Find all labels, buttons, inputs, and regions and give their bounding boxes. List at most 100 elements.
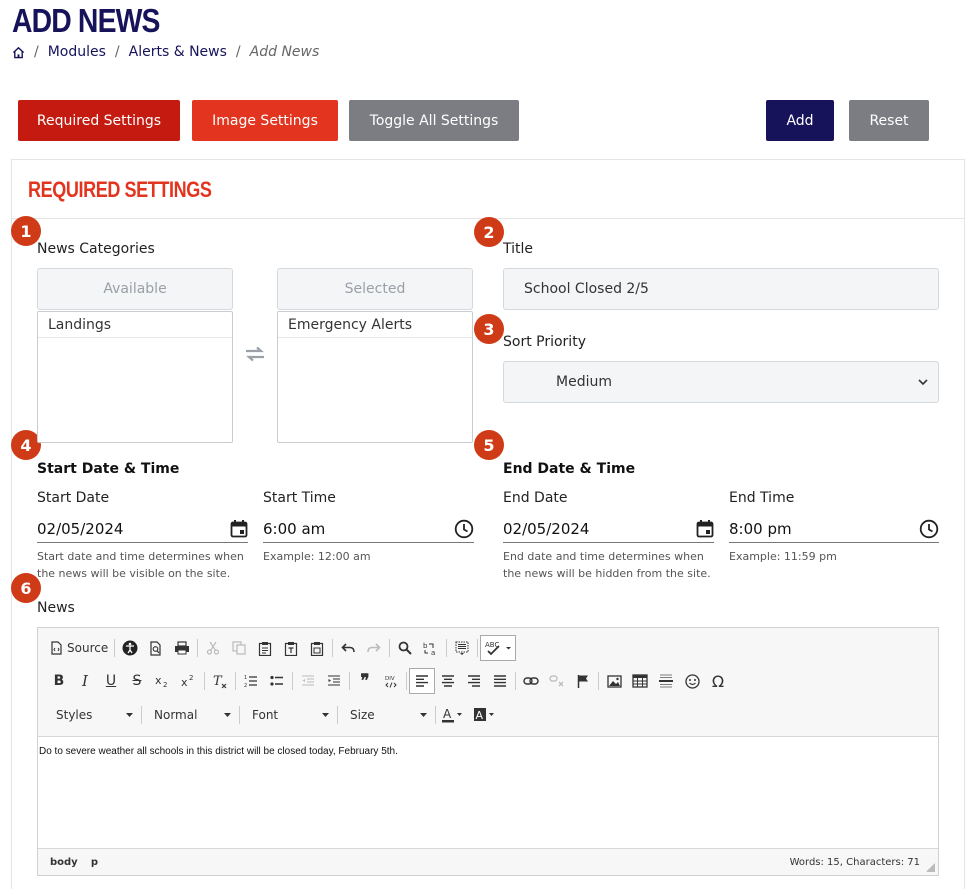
paste-text-icon[interactable] (278, 635, 304, 661)
toolbar-separator (337, 706, 338, 724)
table-icon[interactable] (627, 668, 653, 694)
sort-priority-select[interactable]: Medium (503, 361, 939, 403)
end-date-value: 02/05/2024 (503, 519, 590, 538)
end-date-input[interactable]: 02/05/2024 (503, 515, 714, 543)
blockquote-icon[interactable]: ❞ (352, 668, 378, 694)
svg-text:a: a (431, 649, 435, 656)
div-container-icon[interactable]: DIV (378, 668, 404, 694)
strikethrough-icon[interactable]: S (124, 668, 150, 694)
toolbar-row-3: Styles Normal Font Size A A (46, 702, 502, 728)
italic-icon[interactable]: I (72, 668, 98, 694)
breadcrumb-current: Add News (249, 44, 320, 60)
styles-dropdown[interactable]: Styles (46, 703, 139, 727)
source-button[interactable]: Source (46, 641, 112, 655)
undo-icon[interactable] (335, 635, 361, 661)
end-time-input[interactable]: 8:00 pm (729, 515, 939, 543)
swap-arrows-icon[interactable] (244, 346, 266, 366)
image-settings-button[interactable]: Image Settings (192, 100, 338, 141)
svg-text:x: x (155, 674, 162, 687)
align-left-icon[interactable] (409, 668, 435, 694)
select-all-icon[interactable] (449, 635, 475, 661)
editor-toolbar: Source b a ABC B I U S x 2 x 2 T 1 2 ❞ D… (38, 628, 938, 737)
caret-down-icon (126, 713, 133, 717)
spell-check-button[interactable]: ABC (480, 635, 517, 661)
unlink-icon[interactable] (544, 668, 570, 694)
find-icon[interactable] (392, 635, 418, 661)
svg-text:T: T (213, 674, 223, 689)
calendar-icon[interactable] (696, 519, 714, 538)
copy-icon[interactable] (226, 635, 252, 661)
accessibility-icon[interactable] (117, 635, 143, 661)
path-p[interactable]: p (91, 857, 98, 868)
start-date-value: 02/05/2024 (37, 519, 124, 538)
paste-word-icon[interactable] (304, 635, 330, 661)
align-center-icon[interactable] (435, 668, 461, 694)
horizontal-rule-icon[interactable] (653, 668, 679, 694)
caret-down-icon (420, 713, 427, 717)
text-color-icon[interactable]: A (438, 702, 470, 728)
news-editor[interactable]: Source b a ABC B I U S x 2 x 2 T 1 2 ❞ D… (37, 627, 939, 876)
cut-icon[interactable] (200, 635, 226, 661)
resize-handle[interactable] (926, 863, 935, 872)
size-label: Size (350, 708, 375, 722)
increase-indent-icon[interactable] (321, 668, 347, 694)
font-dropdown[interactable]: Font (242, 703, 335, 727)
start-date-input[interactable]: 02/05/2024 (37, 515, 248, 543)
toolbar-separator (389, 639, 391, 657)
preview-icon[interactable] (143, 635, 169, 661)
image-icon[interactable] (601, 668, 627, 694)
start-time-input[interactable]: 6:00 am (263, 515, 474, 543)
svg-text:DIV: DIV (385, 676, 395, 682)
anchor-flag-icon[interactable] (570, 668, 596, 694)
clock-icon[interactable] (919, 519, 939, 539)
required-settings-button[interactable]: Required Settings (18, 100, 180, 141)
smiley-icon[interactable] (679, 668, 705, 694)
breadcrumb-alerts-news[interactable]: Alerts & News (129, 44, 227, 60)
reset-button[interactable]: Reset (849, 100, 929, 141)
align-right-icon[interactable] (461, 668, 487, 694)
calendar-icon[interactable] (230, 519, 248, 538)
toolbar-separator (477, 639, 479, 657)
list-item[interactable]: Landings (38, 312, 232, 338)
end-time-help: Example: 11:59 pm (729, 550, 837, 563)
start-time-label: Start Time (263, 490, 336, 506)
justify-icon[interactable] (487, 668, 513, 694)
home-icon[interactable] (12, 46, 25, 59)
add-button[interactable]: Add (766, 100, 834, 141)
toggle-all-settings-button[interactable]: Toggle All Settings (349, 100, 519, 141)
redo-icon[interactable] (361, 635, 387, 661)
available-header: Available (37, 268, 233, 310)
end-date-label: End Date (503, 490, 568, 506)
editor-content[interactable]: Do to severe weather all schools in this… (38, 738, 938, 848)
paste-icon[interactable] (252, 635, 278, 661)
special-character-icon[interactable]: Ω (705, 668, 731, 694)
remove-format-icon[interactable]: T (207, 668, 233, 694)
subscript-icon[interactable]: x2 (150, 668, 176, 694)
link-icon[interactable] (518, 668, 544, 694)
end-time-label: End Time (729, 490, 795, 506)
print-icon[interactable] (169, 635, 195, 661)
clock-icon[interactable] (454, 519, 474, 539)
format-dropdown[interactable]: Normal (144, 703, 237, 727)
numbered-list-icon[interactable]: 12 (238, 668, 264, 694)
underline-icon[interactable]: U (98, 668, 124, 694)
list-item[interactable]: Emergency Alerts (278, 312, 472, 338)
available-categories-list[interactable]: Landings (37, 311, 233, 443)
decrease-indent-icon[interactable] (295, 668, 321, 694)
size-dropdown[interactable]: Size (340, 703, 433, 727)
bulleted-list-icon[interactable] (264, 668, 290, 694)
word-count: Words: 15, Characters: 71 (789, 856, 920, 868)
svg-text:1: 1 (244, 675, 247, 681)
superscript-icon[interactable]: x2 (176, 668, 202, 694)
step-badge-3: 3 (474, 314, 504, 344)
title-input[interactable]: School Closed 2/5 (503, 268, 939, 310)
path-body[interactable]: body (50, 857, 78, 868)
replace-icon[interactable]: ba (418, 635, 444, 661)
toolbar-separator (349, 672, 350, 690)
breadcrumb-modules[interactable]: Modules (48, 44, 106, 60)
background-color-icon[interactable]: A (470, 702, 502, 728)
bold-icon[interactable]: B (46, 668, 72, 694)
breadcrumb-separator: / (235, 44, 241, 60)
breadcrumb: / Modules / Alerts & News / Add News (12, 44, 319, 60)
selected-categories-list[interactable]: Emergency Alerts (277, 311, 473, 443)
